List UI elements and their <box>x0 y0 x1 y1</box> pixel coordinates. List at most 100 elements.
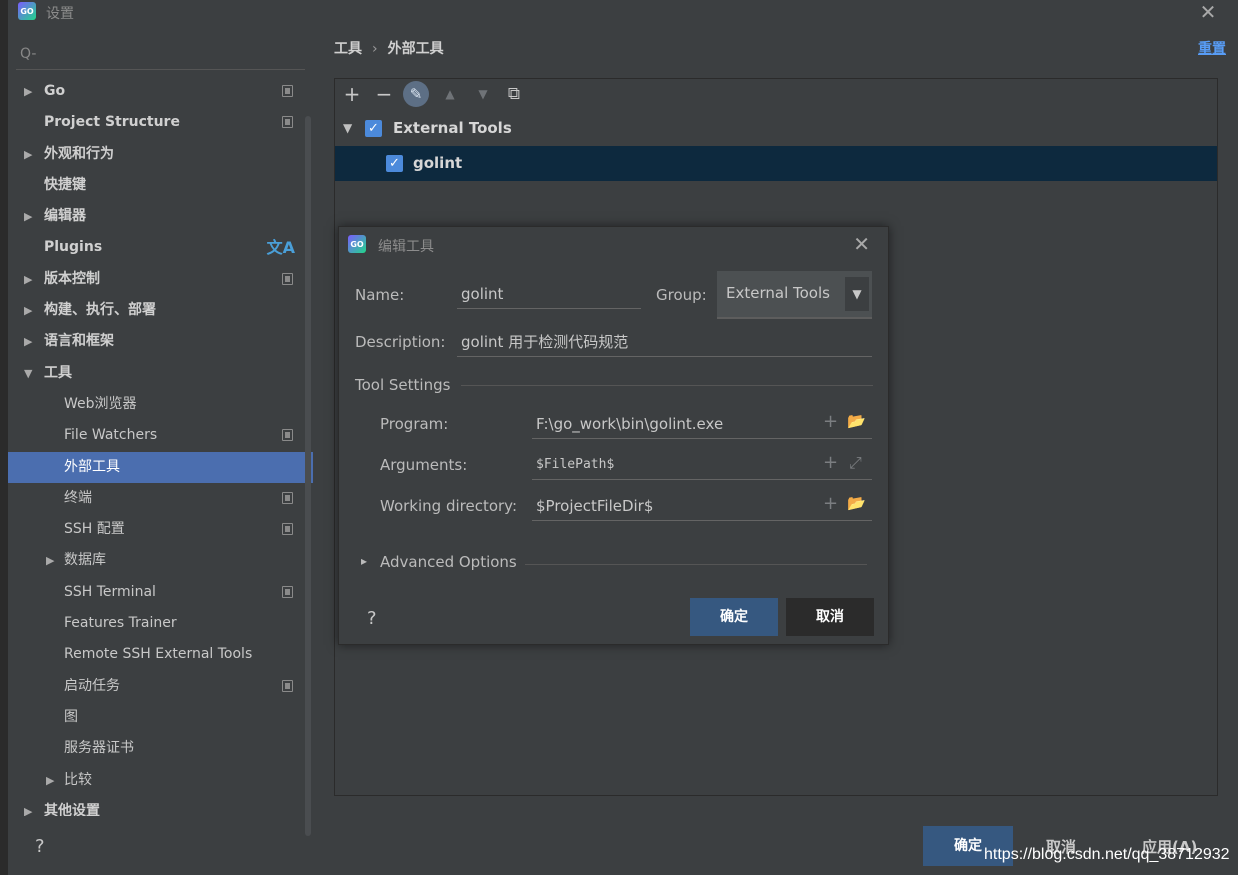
program-field[interactable]: F:\go_work\bin\golint.exe <box>532 409 872 439</box>
sidebar-item[interactable]: Remote SSH External Tools <box>8 639 313 670</box>
sidebar-item[interactable]: Features Trainer <box>8 608 313 639</box>
insert-macro-icon[interactable]: + <box>823 452 838 473</box>
project-scope-icon <box>282 585 293 598</box>
expand-icon[interactable]: ⤢ <box>849 453 862 473</box>
name-field[interactable]: golint <box>457 279 641 309</box>
sidebar-item[interactable]: ▼ 工具 <box>8 358 313 389</box>
sidebar-item-label: 工具 <box>44 364 72 381</box>
window-title: 设置 <box>46 6 74 22</box>
insert-macro-icon[interactable]: + <box>823 493 838 514</box>
sidebar-item-label: 外部工具 <box>64 458 120 475</box>
sidebar-item[interactable]: 服务器证书 <box>8 733 313 764</box>
dialog-ok-button[interactable]: 确定 <box>690 598 778 636</box>
browse-folder-icon[interactable]: 📂 <box>847 412 866 430</box>
settings-sidebar: Q- ▶ Go Project Structure ▶ 外观和行为 快捷键 ▶ 编辑器 Plug… <box>8 34 313 836</box>
sidebar-item-label: 快捷键 <box>44 176 86 193</box>
dialog-cancel-button[interactable]: 取消 <box>786 598 874 636</box>
project-scope-icon <box>282 491 293 504</box>
sidebar-item-label: File Watchers <box>64 427 158 444</box>
sidebar-item[interactable]: ▶ 比较 <box>8 765 313 796</box>
sidebar-item[interactable]: 图 <box>8 702 313 733</box>
breadcrumb-tools[interactable]: 工具 <box>334 41 362 57</box>
browse-folder-icon[interactable]: 📂 <box>847 494 866 512</box>
sidebar-scrollbar[interactable] <box>305 116 311 836</box>
sidebar-item-label: Remote SSH External Tools <box>64 646 253 663</box>
name-label: Name: <box>355 286 405 304</box>
collapsed-arrow-icon[interactable]: ▶ <box>24 295 32 326</box>
collapsed-arrow-icon[interactable]: ▶ <box>24 76 32 107</box>
sidebar-item[interactable]: SSH 配置 <box>8 514 313 545</box>
expanded-arrow-icon[interactable]: ▼ <box>24 358 32 389</box>
collapsed-arrow-icon[interactable]: ▶ <box>46 765 54 796</box>
sidebar-item[interactable]: 外部工具 <box>8 451 313 483</box>
search-input[interactable]: Q- <box>16 42 305 70</box>
sidebar-item[interactable]: ▶ 语言和框架 <box>8 326 313 357</box>
goland-logo-icon: GO <box>348 235 366 253</box>
sidebar-item[interactable]: ▶ 版本控制 <box>8 264 313 295</box>
collapsed-arrow-icon[interactable]: ▶ <box>24 264 32 295</box>
sidebar-item-label: 终端 <box>64 489 92 506</box>
background-editor-strip <box>0 0 8 875</box>
sidebar-item-label: Web浏览器 <box>64 395 137 412</box>
collapsed-arrow-icon[interactable]: ▶ <box>24 201 32 232</box>
sidebar-item-label: 外观和行为 <box>44 145 114 162</box>
sidebar-item[interactable]: File Watchers <box>8 420 313 451</box>
description-field[interactable]: golint 用于检测代码规范 <box>457 327 872 357</box>
insert-macro-icon[interactable]: + <box>823 411 838 432</box>
sidebar-item[interactable]: 快捷键 <box>8 170 313 201</box>
remove-icon[interactable]: − <box>371 81 397 107</box>
sidebar-item[interactable]: ▶ 数据库 <box>8 545 313 576</box>
collapsed-arrow-icon[interactable]: ▶ <box>24 326 32 357</box>
sidebar-item[interactable]: ▶ 外观和行为 <box>8 139 313 170</box>
breadcrumb-separator: › <box>372 41 378 57</box>
sidebar-item[interactable]: ▶ Go <box>8 76 313 107</box>
project-scope-icon <box>282 85 293 97</box>
sidebar-item-label: 其他设置 <box>44 802 100 816</box>
sidebar-item-label: Plugins <box>44 239 103 256</box>
advanced-options-toggle[interactable]: Advanced Options <box>380 553 517 571</box>
help-icon[interactable]: ? <box>35 836 45 857</box>
collapsed-arrow-icon[interactable]: ▶ <box>24 139 32 170</box>
sidebar-item[interactable]: 终端 <box>8 483 313 514</box>
sidebar-item[interactable]: Web浏览器 <box>8 389 313 420</box>
move-down-icon[interactable]: ▼ <box>470 81 496 107</box>
sidebar-item[interactable]: SSH Terminal <box>8 577 313 608</box>
translate-icon[interactable]: 文A <box>267 232 295 263</box>
tool-settings-heading: Tool Settings <box>355 376 451 394</box>
close-icon[interactable]: ✕ <box>1196 0 1220 24</box>
sidebar-item-label: 比较 <box>64 771 92 788</box>
sidebar-item-label: 语言和框架 <box>44 333 114 350</box>
edit-icon[interactable]: ✎ <box>403 81 429 107</box>
goland-logo-icon: GO <box>18 2 36 20</box>
group-checkbox[interactable]: ✓ <box>365 120 382 137</box>
sidebar-item[interactable]: Project Structure <box>8 107 313 138</box>
sidebar-item-label: Features Trainer <box>64 615 177 632</box>
tree-item-golint[interactable]: ✓ golint <box>335 146 1217 181</box>
project-scope-icon <box>282 679 293 692</box>
copy-icon[interactable]: ⧉ <box>501 81 527 107</box>
project-scope-icon <box>282 523 293 536</box>
sidebar-item[interactable]: 启动任务 <box>8 671 313 702</box>
add-icon[interactable]: + <box>339 81 365 107</box>
reset-link[interactable]: 重置 <box>1198 38 1226 58</box>
advanced-arrow-icon[interactable]: ▸ <box>361 554 367 568</box>
sidebar-item[interactable]: Plugins 文A <box>8 232 313 263</box>
chevron-down-icon[interactable]: ▼ <box>845 277 869 311</box>
golint-checkbox[interactable]: ✓ <box>386 155 403 172</box>
sidebar-item[interactable]: ▶ 构建、执行、部署 <box>8 295 313 326</box>
collapsed-arrow-icon[interactable]: ▶ <box>24 796 32 816</box>
dialog-help-icon[interactable]: ? <box>367 608 377 629</box>
tools-toolbar: + − ✎ ▲ ▼ ⧉ <box>335 79 1217 109</box>
sidebar-item[interactable]: ▶ 其他设置 <box>8 796 313 816</box>
working-directory-field[interactable]: $ProjectFileDir$ <box>532 491 872 521</box>
group-dropdown[interactable]: External Tools ▼ <box>717 271 872 319</box>
collapsed-arrow-icon[interactable]: ▶ <box>46 545 54 576</box>
tools-tree: ▼ ✓ External Tools ✓ golint <box>335 111 1217 181</box>
tree-group-external-tools[interactable]: ▼ ✓ External Tools <box>335 111 1217 146</box>
arguments-field[interactable]: $FilePath$ <box>532 450 872 480</box>
dialog-close-icon[interactable]: ✕ <box>853 232 870 256</box>
sidebar-item[interactable]: ▶ 编辑器 <box>8 201 313 232</box>
expand-arrow-icon[interactable]: ▼ <box>343 111 352 146</box>
working-directory-label: Working directory: <box>380 497 518 515</box>
move-up-icon[interactable]: ▲ <box>437 81 463 107</box>
